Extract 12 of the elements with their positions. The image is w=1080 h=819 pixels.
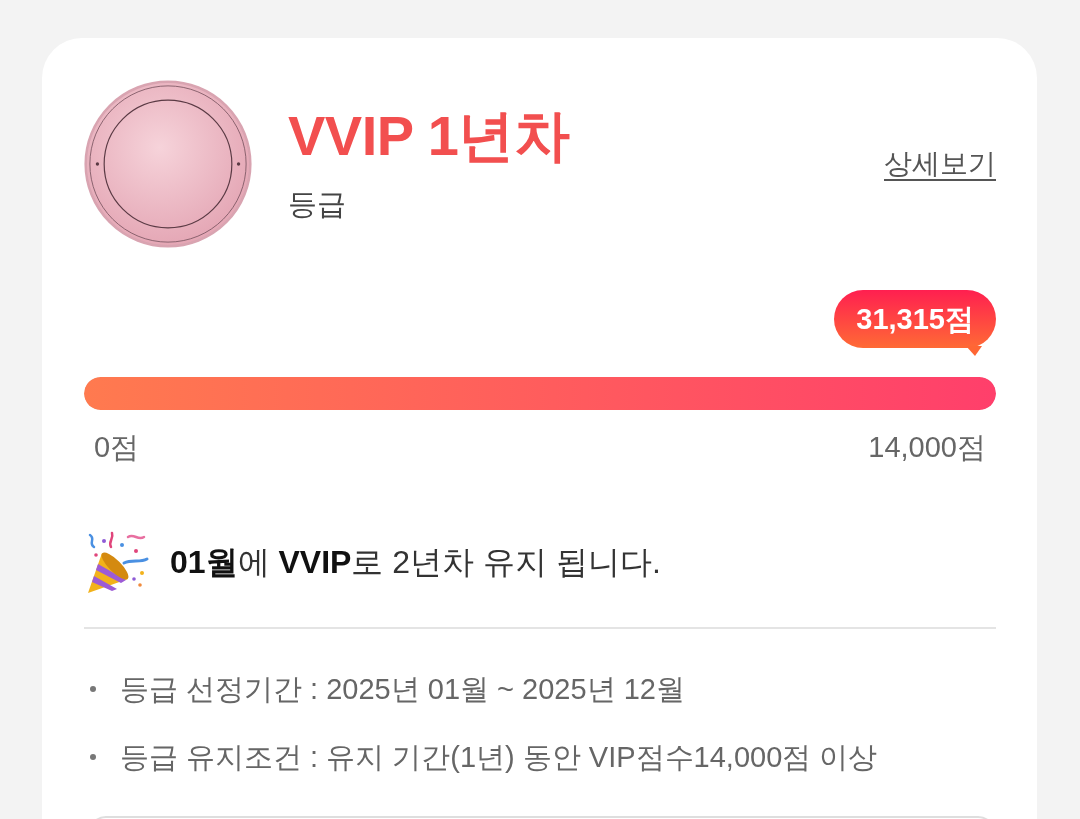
notice-message: 01월에 VVIP로 2년차 유지 됩니다. xyxy=(170,543,661,582)
score-bubble: 31,315점 xyxy=(834,290,996,348)
max-score-label: 14,000점 xyxy=(868,430,986,465)
min-score-label: 0점 xyxy=(94,430,140,465)
bullet-icon xyxy=(90,754,96,760)
detail-text: 등급 선정기간 : 2025년 01월 ~ 2025년 12월 xyxy=(120,672,685,707)
bullet-icon xyxy=(90,686,96,692)
bubble-tail-icon xyxy=(966,346,982,356)
detail-link[interactable]: 상세보기 xyxy=(884,145,996,183)
grade-subtitle: 등급 xyxy=(288,187,346,222)
grade-title: VVIP 1년차 xyxy=(288,103,570,169)
detail-text: 등급 유지조건 : 유지 기간(1년) 동안 VIP점수14,000점 이상 xyxy=(120,740,878,775)
